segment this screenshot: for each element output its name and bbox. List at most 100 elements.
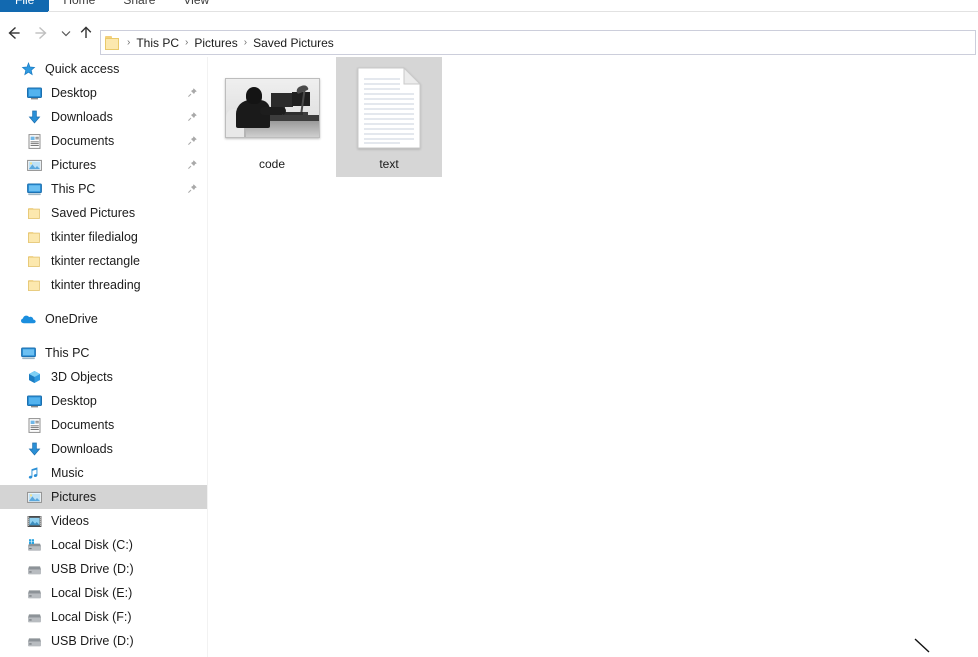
sidebar-item-label: Documents	[51, 134, 114, 148]
sidebar-item-pc-desktop[interactable]: Desktop	[0, 389, 208, 413]
sidebar-group-this-pc[interactable]: This PC	[0, 341, 208, 365]
navigation-bar: › This PC › Pictures › Saved Pictures	[0, 12, 978, 54]
sidebar-item-label: tkinter rectangle	[51, 254, 140, 268]
sidebar-item-label: USB Drive (D:)	[51, 634, 134, 648]
download-arrow-icon	[26, 441, 43, 458]
breadcrumb-item-saved-pictures[interactable]: Saved Pictures	[251, 35, 336, 51]
monitor-icon	[26, 85, 43, 102]
arrow-right-icon	[30, 22, 52, 44]
navigation-pane[interactable]: Quick access Desktop Downloads Doc	[0, 57, 208, 657]
sidebar-item-usb-drive-d-2[interactable]: USB Drive (D:)	[0, 629, 208, 653]
breadcrumb-separator: ›	[240, 35, 251, 51]
breadcrumb-separator: ›	[123, 35, 134, 51]
sidebar-item-downloads[interactable]: Downloads	[0, 105, 208, 129]
text-document-icon	[341, 60, 437, 156]
folder-icon	[26, 253, 43, 270]
sidebar-item-label: Local Disk (F:)	[51, 610, 132, 624]
picture-icon	[26, 157, 43, 174]
picture-icon	[26, 489, 43, 506]
sidebar-item-documents[interactable]: Documents	[0, 129, 208, 153]
pane-divider[interactable]	[207, 57, 208, 657]
sidebar-item-local-disk-e[interactable]: Local Disk (E:)	[0, 581, 208, 605]
address-bar[interactable]: › This PC › Pictures › Saved Pictures	[100, 30, 976, 55]
folder-icon	[26, 229, 43, 246]
sidebar-item-label: Desktop	[51, 394, 97, 408]
sidebar-group-quick-access[interactable]: Quick access	[0, 57, 208, 81]
sidebar-spacer	[0, 297, 208, 307]
sidebar-item-local-disk-f[interactable]: Local Disk (F:)	[0, 605, 208, 629]
computer-icon	[26, 181, 43, 198]
star-pin-icon	[20, 61, 37, 78]
sidebar-item-pc-documents[interactable]: Documents	[0, 413, 208, 437]
sidebar-item-pc-pictures[interactable]: Pictures	[0, 485, 208, 509]
pin-icon[interactable]	[187, 111, 198, 122]
sidebar-item-label: Desktop	[51, 86, 97, 100]
file-explorer-window: File Home Share View › This PC › Picture…	[0, 0, 978, 657]
sidebar-item-label: tkinter filedialog	[51, 230, 138, 244]
breadcrumb-separator: ›	[181, 35, 192, 51]
photo-thumbnail	[224, 60, 320, 156]
file-list-view[interactable]: code	[209, 57, 978, 657]
computer-icon	[20, 345, 37, 362]
folder-icon	[26, 277, 43, 294]
document-icon	[26, 133, 43, 150]
3d-objects-icon	[26, 369, 43, 386]
sidebar-item-label: Downloads	[51, 442, 113, 456]
sidebar-item-label: 3D Objects	[51, 370, 113, 384]
pin-icon[interactable]	[187, 135, 198, 146]
sidebar-item-local-disk-c[interactable]: Local Disk (C:)	[0, 533, 208, 557]
download-arrow-icon	[26, 109, 43, 126]
file-item-code[interactable]: code	[219, 57, 325, 177]
sidebar-spacer	[0, 331, 208, 341]
drive-icon	[26, 633, 43, 650]
sidebar-item-label: tkinter threading	[51, 278, 141, 292]
sidebar-item-label: Documents	[51, 418, 114, 432]
sidebar-item-pictures[interactable]: Pictures	[0, 153, 208, 177]
video-icon	[26, 513, 43, 530]
sidebar-item-label: Local Disk (C:)	[51, 538, 133, 552]
pin-icon[interactable]	[187, 87, 198, 98]
chevron-down-icon[interactable]	[55, 22, 77, 44]
sidebar-item-label: Music	[51, 466, 84, 480]
document-icon	[26, 417, 43, 434]
sidebar-item-label: Pictures	[51, 490, 96, 504]
sidebar-item-this-pc-quick[interactable]: This PC	[0, 177, 208, 201]
file-item-text[interactable]: text	[336, 57, 442, 177]
sidebar-item-onedrive[interactable]: OneDrive	[0, 307, 208, 331]
sidebar-item-label: USB Drive (D:)	[51, 562, 134, 576]
sidebar-item-usb-drive-d[interactable]: USB Drive (D:)	[0, 557, 208, 581]
sidebar-item-label: Pictures	[51, 158, 96, 172]
monitor-icon	[26, 393, 43, 410]
sidebar-group-label: Quick access	[45, 62, 119, 76]
sidebar-group-label: This PC	[45, 346, 89, 360]
sidebar-item-pc-downloads[interactable]: Downloads	[0, 437, 208, 461]
sidebar-item-videos[interactable]: Videos	[0, 509, 208, 533]
sidebar-item-saved-pictures[interactable]: Saved Pictures	[0, 201, 208, 225]
file-name-label: text	[379, 157, 398, 171]
drive-icon	[26, 585, 43, 602]
sidebar-item-tkinter-rectangle[interactable]: tkinter rectangle	[0, 249, 208, 273]
cloud-icon	[20, 311, 37, 328]
breadcrumb-item-this-pc[interactable]: This PC	[134, 35, 181, 51]
folder-icon	[26, 205, 43, 222]
pin-icon[interactable]	[187, 159, 198, 170]
sidebar-item-music[interactable]: Music	[0, 461, 208, 485]
arrow-left-icon[interactable]	[3, 22, 25, 44]
drive-icon	[26, 609, 43, 626]
cursor-artifact	[914, 638, 932, 653]
system-drive-icon	[26, 537, 43, 554]
sidebar-item-tkinter-filedialog[interactable]: tkinter filedialog	[0, 225, 208, 249]
tab-file[interactable]: File	[0, 0, 49, 12]
breadcrumb-item-pictures[interactable]: Pictures	[192, 35, 239, 51]
sidebar-item-label: OneDrive	[45, 312, 98, 326]
file-name-label: code	[259, 157, 285, 171]
sidebar-item-desktop[interactable]: Desktop	[0, 81, 208, 105]
drive-icon	[26, 561, 43, 578]
sidebar-item-3d-objects[interactable]: 3D Objects	[0, 365, 208, 389]
sidebar-item-label: Saved Pictures	[51, 206, 135, 220]
pin-icon[interactable]	[187, 183, 198, 194]
ribbon-tab-strip: File Home Share View	[0, 0, 978, 12]
arrow-up-icon[interactable]	[75, 22, 97, 44]
sidebar-item-tkinter-threading[interactable]: tkinter threading	[0, 273, 208, 297]
sidebar-item-label: Downloads	[51, 110, 113, 124]
